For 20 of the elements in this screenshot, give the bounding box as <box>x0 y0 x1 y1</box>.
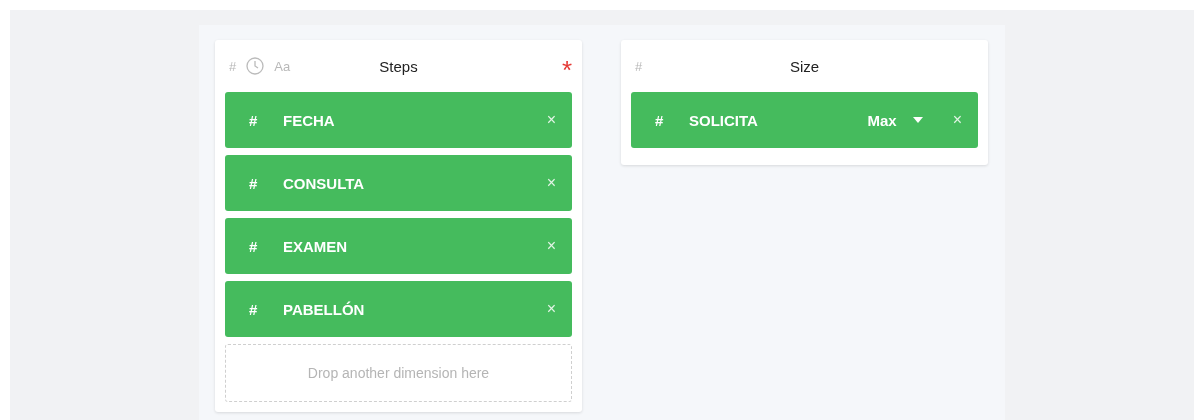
drop-zone[interactable]: Drop another dimension here <box>225 344 572 402</box>
remove-button[interactable]: × <box>546 174 556 192</box>
clock-icon[interactable] <box>246 57 265 75</box>
remove-button[interactable]: × <box>546 237 556 255</box>
panel-title: Size <box>789 57 820 75</box>
panel-title: Steps <box>379 57 418 75</box>
field-pill[interactable]: # PABELLÓN × <box>225 281 572 337</box>
remove-button[interactable]: × <box>546 111 556 129</box>
field-pill[interactable]: # FECHA × <box>225 92 572 148</box>
type-filter[interactable]: # <box>635 58 643 74</box>
field-pill[interactable]: # CONSULTA × <box>225 155 572 211</box>
caret-icon[interactable] <box>912 117 923 123</box>
type-filter[interactable]: # <box>229 58 237 74</box>
remove-button[interactable]: × <box>546 300 556 318</box>
type-filter[interactable]: Aa <box>274 58 291 74</box>
field-pill[interactable]: # EXAMEN × <box>225 218 572 274</box>
remove-button[interactable]: × <box>952 111 962 129</box>
aggregate-select[interactable]: Max <box>867 111 897 129</box>
required-mark: * <box>561 57 572 83</box>
field-pill[interactable]: # SOLICITA Max × <box>631 92 978 148</box>
